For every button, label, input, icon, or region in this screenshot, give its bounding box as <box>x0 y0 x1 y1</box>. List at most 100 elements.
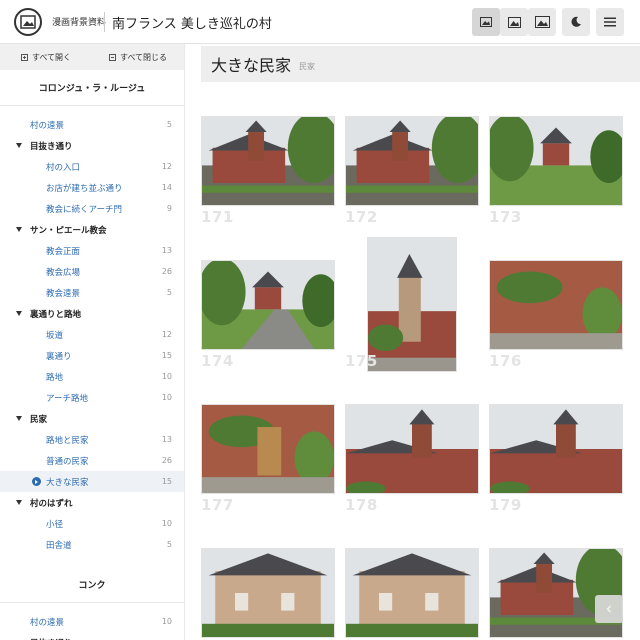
nav-item-label: 普通の民家 <box>46 456 89 467</box>
site-logo[interactable] <box>14 8 42 36</box>
nav-item-count: 12 <box>161 162 172 171</box>
nav-item-label: 坂道 <box>46 330 64 341</box>
current-page-icon <box>32 477 41 486</box>
nav-item-label: サン・ピエール教会 <box>30 225 107 236</box>
nav-group[interactable]: 裏通りと路地 <box>0 303 184 324</box>
nav-item[interactable]: 路地 10 <box>0 366 184 387</box>
section-title-collonges[interactable]: コロンジュ・ラ・ルージュ <box>0 70 184 106</box>
photo-number: 177 <box>201 496 234 514</box>
nav-item-count: 14 <box>161 183 172 192</box>
nav-group[interactable]: サン・ピエール教会 <box>0 219 184 240</box>
nav-item[interactable]: 裏通り 15 <box>0 345 184 366</box>
main-content: 大きな民家 民家 171 172 173 174 175 176 177 178 179 <box>185 44 640 640</box>
nav-group[interactable]: 目抜き通り <box>0 632 184 640</box>
photo-thumbnail[interactable] <box>201 404 335 494</box>
photo-thumbnail[interactable] <box>367 237 457 372</box>
nav-item-count: 13 <box>161 246 172 255</box>
photo-number: 179 <box>489 496 522 514</box>
expand-bar: すべて開く すべて閉じる <box>0 44 184 70</box>
nav-list-collonges: 村の遠景 5 目抜き通り村の入口 12 お店が建ち並ぶ通り 14 教会に続くアーチ門 9 サン・… <box>0 114 184 555</box>
nav-item[interactable]: 教会遠景 5 <box>0 282 184 303</box>
nav-group[interactable]: 村のはずれ <box>0 492 184 513</box>
category-title: 大きな民家 <box>211 56 292 75</box>
plus-square-icon <box>20 53 28 61</box>
photo-thumbnail[interactable] <box>489 548 623 638</box>
nav-item-count: 12 <box>161 330 172 339</box>
nav-item[interactable]: 坂道 12 <box>0 324 184 345</box>
nav-item-count: 10 <box>161 372 172 381</box>
photo-number: 172 <box>345 208 378 226</box>
nav-item-label: アーチ路地 <box>46 393 88 404</box>
dark-mode-button[interactable] <box>562 8 590 36</box>
photo-thumbnail[interactable] <box>201 260 335 350</box>
nav-item-label: 目抜き通り <box>30 141 73 152</box>
photo-thumbnail[interactable] <box>201 548 335 638</box>
nav-item-label: 路地 <box>46 372 64 383</box>
nav-item-count: 9 <box>166 204 172 213</box>
header: 漫画背景資料 南フランス 美しき巡礼の村 <box>0 0 640 44</box>
image-small-icon <box>480 17 492 27</box>
image-logo-icon <box>20 15 36 29</box>
section-title-conques[interactable]: コンク <box>0 567 184 603</box>
photo-number: 175 <box>345 352 378 370</box>
minus-square-icon <box>108 53 116 61</box>
nav-item-count: 10 <box>161 519 172 528</box>
nav-item[interactable]: 田舎道 5 <box>0 534 184 555</box>
nav-item[interactable]: 村の遠景 5 <box>0 114 184 135</box>
nav-item-label: 教会正面 <box>46 246 81 257</box>
nav-item-count: 5 <box>166 120 172 129</box>
collapse-all-button[interactable]: すべて閉じる <box>92 44 184 70</box>
photo-thumbnail[interactable] <box>489 260 623 350</box>
nav-item-label: 民家 <box>30 414 48 425</box>
photo-thumbnail[interactable] <box>345 116 479 206</box>
image-large-icon <box>534 16 550 28</box>
caret-down-icon <box>16 416 22 421</box>
photo-number: 173 <box>489 208 522 226</box>
nav-item-count: 26 <box>161 456 172 465</box>
nav-item-label: 村のはずれ <box>30 498 73 509</box>
nav-item[interactable]: 教会広場 26 <box>0 261 184 282</box>
nav-item[interactable]: 路地と民家 13 <box>0 429 184 450</box>
nav-item-label: 村の遠景 <box>30 120 65 131</box>
photo-thumbnail[interactable] <box>489 404 623 494</box>
view-small-button[interactable] <box>472 8 500 36</box>
photo-thumbnail[interactable] <box>489 116 623 206</box>
view-medium-button[interactable] <box>500 8 528 36</box>
nav-item[interactable]: 教会に続くアーチ門 9 <box>0 198 184 219</box>
nav-item[interactable]: 普通の民家 26 <box>0 450 184 471</box>
nav-item[interactable]: 村の遠景 10 <box>0 611 184 632</box>
photo-number: 178 <box>345 496 378 514</box>
nav-item[interactable]: 大きな民家 15 <box>0 471 184 492</box>
page-title: 南フランス 美しき巡礼の村 <box>112 17 272 32</box>
back-to-top-button[interactable] <box>595 595 623 623</box>
expand-all-button[interactable]: すべて開く <box>0 44 92 70</box>
nav-item[interactable]: 村の入口 12 <box>0 156 184 177</box>
nav-item-count: 26 <box>161 267 172 276</box>
nav-item-label: 小径 <box>46 519 64 530</box>
nav-item-label: 目抜き通り <box>0 637 150 640</box>
nav-item-label: お店が建ち並ぶ通り <box>46 183 123 194</box>
view-large-button[interactable] <box>528 8 556 36</box>
photo-thumbnail[interactable] <box>345 404 479 494</box>
sidebar: すべて開く すべて閉じる コロンジュ・ラ・ルージュ 村の遠景 5 目抜き通り 村の入口… <box>0 44 185 640</box>
nav-item[interactable]: 小径 10 <box>0 513 184 534</box>
photo-number: 176 <box>489 352 522 370</box>
nav-item-label: 路地と民家 <box>46 435 89 446</box>
photo-thumbnail[interactable] <box>201 116 335 206</box>
nav-item[interactable]: 教会正面 13 <box>0 240 184 261</box>
nav-item-label: 教会広場 <box>46 267 81 278</box>
moon-icon <box>571 16 581 27</box>
chevron-left-icon <box>606 605 612 613</box>
nav-item-count: 15 <box>161 477 172 486</box>
photo-number: 174 <box>201 352 234 370</box>
nav-item[interactable]: お店が建ち並ぶ通り 14 <box>0 177 184 198</box>
nav-item-label: 村の入口 <box>46 162 81 173</box>
menu-button[interactable] <box>596 8 624 36</box>
photo-thumbnail[interactable] <box>345 548 479 638</box>
nav-item[interactable]: アーチ路地 10 <box>0 387 184 408</box>
category-parent-link[interactable]: 民家 <box>299 61 315 72</box>
nav-group[interactable]: 目抜き通り <box>0 135 184 156</box>
site-name[interactable]: 漫画背景資料 <box>52 15 106 28</box>
nav-group[interactable]: 民家 <box>0 408 184 429</box>
header-divider <box>104 12 105 32</box>
